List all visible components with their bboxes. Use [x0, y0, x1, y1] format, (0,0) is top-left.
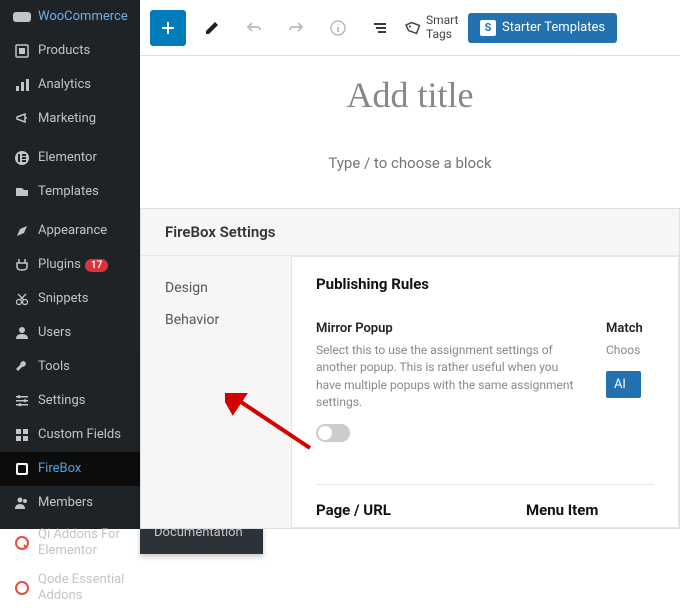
sidebar-item-label: Tools — [38, 359, 70, 375]
sidebar-item-label: Custom Fields — [38, 427, 121, 443]
sidebar-item-label: WooCommerce — [38, 9, 128, 25]
qiaddons-icon — [12, 533, 32, 553]
plugins-badge: 17 — [85, 259, 108, 272]
sidebar-item-customfields[interactable]: Custom Fields — [0, 418, 140, 452]
sidebar-item-label: Elementor — [38, 150, 97, 166]
editor-toolbar: Smart Tags S Starter Templates — [140, 0, 680, 56]
title-input[interactable]: Add title — [140, 74, 680, 116]
sidebar-item-snippets[interactable]: Snippets — [0, 282, 140, 316]
mirror-desc: Select this to use the assignment settin… — [316, 342, 576, 412]
sidebar-item-marketing[interactable]: Marketing — [0, 102, 140, 136]
sidebar-item-label: Qode Essential Addons — [38, 572, 132, 603]
page-url-label: Page / URL — [316, 501, 486, 519]
sidebar-item-label: Settings — [38, 393, 85, 409]
sidebar-item-qode[interactable]: Qode Essential Addons — [0, 565, 140, 610]
sidebar-item-woocommerce[interactable]: WooCommerce — [0, 0, 140, 34]
add-block-button[interactable] — [150, 10, 186, 46]
match-button[interactable]: Al — [606, 371, 641, 398]
members-icon — [12, 493, 32, 513]
match-label: Match — [606, 321, 654, 336]
mirror-toggle[interactable] — [316, 424, 350, 442]
starter-icon: S — [480, 20, 496, 36]
sidebar-item-label: Plugins — [38, 257, 81, 273]
settings-content: Publishing Rules Mirror Popup Select thi… — [291, 256, 679, 528]
sidebar-item-plugins[interactable]: Plugins 17 — [0, 248, 140, 282]
tools-icon — [12, 357, 32, 377]
sidebar-item-label: Analytics — [38, 77, 91, 93]
title-area: Add title Type / to choose a block — [140, 56, 680, 182]
redo-button[interactable] — [280, 12, 312, 44]
qode-icon — [12, 578, 32, 598]
admin-sidebar: WooCommerce Products Analytics Marketing… — [0, 0, 140, 529]
menu-item-label: Menu Item — [526, 501, 679, 519]
sidebar-item-label: Snippets — [38, 291, 89, 307]
starter-templates-button[interactable]: S Starter Templates — [468, 13, 617, 43]
sidebar-item-templates[interactable]: Templates — [0, 175, 140, 209]
customfields-icon — [12, 425, 32, 445]
sidebar-item-label: Users — [38, 325, 71, 341]
outline-button[interactable] — [364, 12, 396, 44]
woocommerce-icon — [12, 7, 32, 27]
sidebar-item-tools[interactable]: Tools — [0, 350, 140, 384]
analytics-icon — [12, 75, 32, 95]
starter-label: Starter Templates — [502, 20, 605, 35]
plugins-icon — [12, 255, 32, 275]
match-desc: Choos — [606, 342, 654, 359]
products-icon — [12, 41, 32, 61]
sidebar-item-settings[interactable]: Settings — [0, 384, 140, 418]
firebox-settings-panel: FireBox Settings Design Behavior Publish… — [140, 208, 680, 529]
sidebar-item-label: Templates — [38, 184, 99, 200]
firebox-icon — [12, 459, 32, 479]
sidebar-item-label: Marketing — [38, 111, 96, 127]
tab-design[interactable]: Design — [141, 272, 291, 304]
edit-button[interactable] — [196, 12, 228, 44]
sidebar-item-appearance[interactable]: Appearance — [0, 214, 140, 248]
sidebar-item-label: Members — [38, 495, 93, 511]
info-button[interactable] — [322, 12, 354, 44]
sidebar-item-firebox[interactable]: FireBox — [0, 452, 140, 486]
settings-header: FireBox Settings — [141, 209, 679, 256]
editor-main: Smart Tags S Starter Templates Add title… — [140, 0, 680, 529]
smart-tags-label: Smart Tags — [426, 14, 458, 40]
publishing-rules-title: Publishing Rules — [316, 275, 654, 293]
menu-item-desc: Target visitors who are browsing specifi… — [526, 525, 679, 528]
sidebar-item-qiaddons[interactable]: Qi Addons For Elementor — [0, 520, 140, 565]
sidebar-item-users[interactable]: Users — [0, 316, 140, 350]
sidebar-item-label: Qi Addons For Elementor — [38, 527, 132, 558]
block-prompt[interactable]: Type / to choose a block — [140, 154, 680, 172]
sidebar-item-products[interactable]: Products — [0, 34, 140, 68]
marketing-icon — [12, 109, 32, 129]
sidebar-item-label: Products — [38, 43, 90, 59]
divider — [316, 484, 654, 485]
sidebar-item-label: FireBox — [38, 461, 81, 477]
undo-button[interactable] — [238, 12, 270, 44]
elementor-icon — [12, 148, 32, 168]
smart-tags-button[interactable]: Smart Tags — [406, 14, 458, 40]
sidebar-item-analytics[interactable]: Analytics — [0, 68, 140, 102]
tab-behavior[interactable]: Behavior — [141, 304, 291, 336]
mirror-label: Mirror Popup — [316, 321, 576, 336]
sidebar-item-label: Appearance — [38, 223, 107, 239]
sidebar-item-members[interactable]: Members — [0, 486, 140, 520]
page-url-desc: Target visitors who are browsing specifi… — [316, 525, 486, 528]
users-icon — [12, 323, 32, 343]
sidebar-item-elementor[interactable]: Elementor — [0, 141, 140, 175]
templates-icon — [12, 182, 32, 202]
settings-tabs: Design Behavior — [141, 256, 291, 528]
snippets-icon — [12, 289, 32, 309]
settings-icon — [12, 391, 32, 411]
appearance-icon — [12, 221, 32, 241]
tag-icon — [403, 17, 424, 38]
